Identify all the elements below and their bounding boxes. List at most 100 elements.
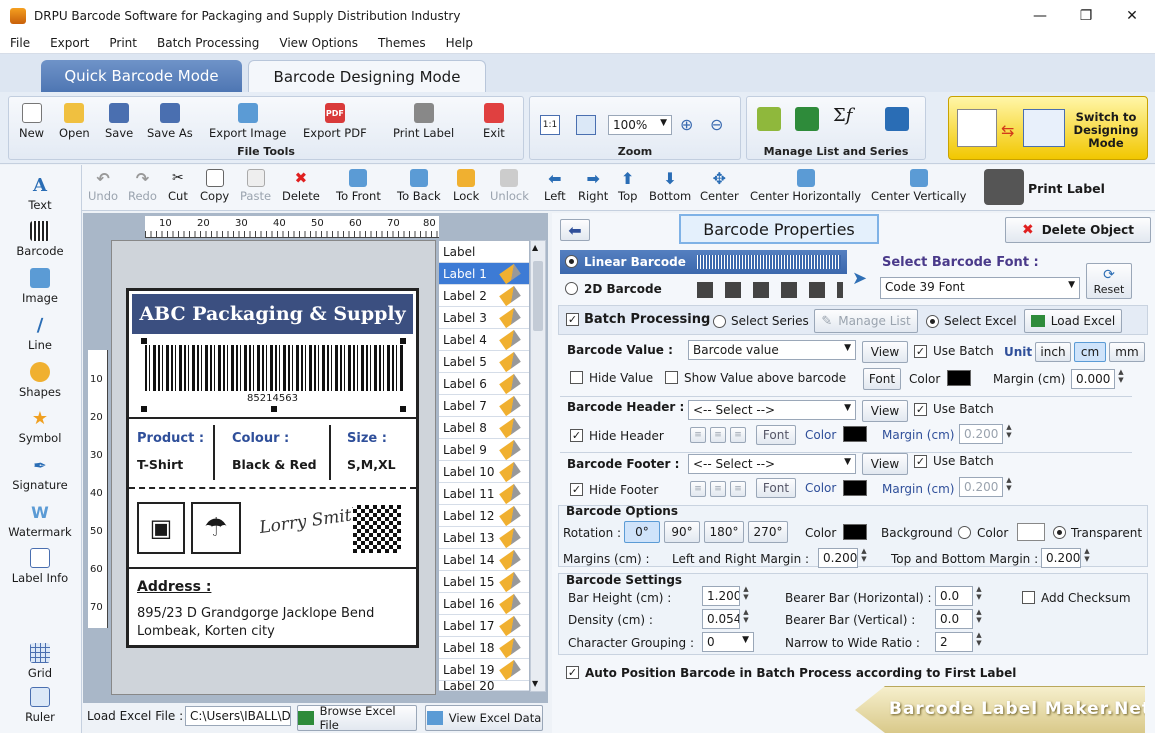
- pencil-icon[interactable]: [499, 637, 521, 658]
- hide-header-checkbox[interactable]: ✓: [570, 429, 583, 442]
- barcode-value-use-batch-checkbox[interactable]: ✓: [914, 345, 927, 358]
- pencil-icon[interactable]: [499, 549, 521, 570]
- watermark-tool[interactable]: W Watermark: [0, 502, 80, 540]
- list-item[interactable]: Label 15: [439, 571, 529, 593]
- rotation-270-button[interactable]: 270°: [748, 521, 788, 543]
- resize-handle[interactable]: [271, 406, 277, 412]
- value-margin-input[interactable]: 0.000: [1071, 369, 1115, 389]
- resize-handle[interactable]: [400, 338, 406, 344]
- resize-handle[interactable]: [400, 406, 406, 412]
- browse-excel-file-button[interactable]: Browse Excel File: [297, 704, 417, 732]
- pencil-icon[interactable]: [499, 373, 521, 394]
- zoom-in-icon[interactable]: ⊕: [680, 115, 693, 134]
- excel-path-input[interactable]: C:\Users\IBALL\D: [185, 706, 291, 726]
- pencil-icon[interactable]: [499, 483, 521, 504]
- header-color-swatch[interactable]: [843, 426, 867, 442]
- grid-tool[interactable]: Grid: [0, 643, 80, 680]
- barcode-image[interactable]: [145, 345, 403, 391]
- background-color-radio[interactable]: [958, 526, 971, 539]
- list-item[interactable]: Label 19: [439, 659, 529, 681]
- list-item[interactable]: Label 1: [439, 263, 529, 285]
- actual-size-icon[interactable]: 1:1: [540, 115, 560, 135]
- header-margin-input[interactable]: 0.200: [959, 424, 1003, 444]
- qr-code-image[interactable]: [353, 505, 401, 553]
- handle-with-care-icon[interactable]: ▣: [137, 502, 185, 554]
- resize-handle[interactable]: [141, 338, 147, 344]
- footer-margin-input[interactable]: 0.200: [959, 477, 1003, 497]
- scroll-down-icon[interactable]: ▼: [532, 679, 538, 688]
- list-item[interactable]: Label 8: [439, 417, 529, 439]
- rotation-180-button[interactable]: 180°: [704, 521, 744, 543]
- bearer-vertical-spinner[interactable]: ▲ ▼: [974, 608, 984, 624]
- pencil-icon[interactable]: [499, 505, 521, 526]
- label-design[interactable]: ABC Packaging & Supply 85214563 Product …: [126, 288, 419, 648]
- menu-export[interactable]: Export: [50, 36, 89, 50]
- open-button[interactable]: Open: [59, 103, 90, 140]
- background-color-swatch[interactable]: [1017, 523, 1045, 541]
- cut-button[interactable]: ✂ Cut: [168, 169, 188, 203]
- character-grouping-select[interactable]: 0 ▼: [702, 632, 754, 652]
- select-excel-radio[interactable]: [926, 315, 939, 328]
- zoom-select[interactable]: 100% ▼: [608, 115, 672, 135]
- barcode-value-view-button[interactable]: View: [862, 341, 908, 363]
- line-tool[interactable]: ∕ Line: [0, 315, 80, 353]
- align-right-icon[interactable]: ≡: [730, 481, 746, 497]
- list-item[interactable]: Label 13: [439, 527, 529, 549]
- to-front-button[interactable]: To Front: [336, 169, 381, 203]
- list-item[interactable]: Label 6: [439, 373, 529, 395]
- select-series-radio[interactable]: [713, 315, 726, 328]
- align-left-icon[interactable]: ≡: [690, 427, 706, 443]
- signature-tool[interactable]: ✒ Signature: [0, 455, 80, 493]
- value-font-button[interactable]: Font: [863, 368, 901, 390]
- list-item[interactable]: Label 3: [439, 307, 529, 329]
- align-bottom-button[interactable]: ⬇ Bottom: [649, 169, 691, 204]
- save-button[interactable]: Save: [105, 103, 133, 140]
- options-color-swatch[interactable]: [843, 524, 867, 540]
- list-item[interactable]: Label 11: [439, 483, 529, 505]
- list-item[interactable]: Label 12: [439, 505, 529, 527]
- export-image-button[interactable]: Export Image: [209, 103, 286, 140]
- narrow-wide-ratio-spinner[interactable]: ▲ ▼: [974, 631, 984, 647]
- bar-height-input[interactable]: 1.200: [702, 586, 740, 606]
- menu-file[interactable]: File: [10, 36, 30, 50]
- list-item[interactable]: Label 20: [439, 681, 529, 691]
- tab-barcode-designing-mode[interactable]: Barcode Designing Mode: [248, 60, 486, 92]
- switch-to-designing-mode-button[interactable]: ⇆ Switch to Designing Mode: [948, 96, 1148, 160]
- printer-icon[interactable]: [984, 169, 1024, 205]
- pencil-icon[interactable]: [499, 461, 521, 482]
- align-top-button[interactable]: ⬆ Top: [618, 169, 637, 204]
- hide-footer-checkbox[interactable]: ✓: [570, 483, 583, 496]
- delete-object-button[interactable]: ✖ Delete Object: [1005, 217, 1151, 243]
- unlock-button[interactable]: Unlock: [490, 169, 529, 203]
- pencil-icon[interactable]: [499, 615, 521, 636]
- pencil-icon[interactable]: [499, 527, 521, 548]
- bearer-horizontal-spinner[interactable]: ▲ ▼: [974, 585, 984, 601]
- excel-list-icon[interactable]: [795, 107, 819, 131]
- close-icon[interactable]: ✕: [1109, 0, 1155, 32]
- menu-view-options[interactable]: View Options: [279, 36, 358, 50]
- header-margin-spinner[interactable]: ▲ ▼: [1004, 423, 1014, 439]
- formula-icon[interactable]: Σ𝑓: [833, 105, 852, 126]
- pencil-icon[interactable]: [499, 307, 521, 328]
- pencil-icon[interactable]: [499, 439, 521, 460]
- list-item[interactable]: Label 5: [439, 351, 529, 373]
- barcode-footer-use-batch-checkbox[interactable]: ✓: [914, 455, 927, 468]
- pencil-icon[interactable]: [499, 659, 521, 680]
- auto-position-checkbox[interactable]: ✓: [566, 666, 579, 679]
- value-color-swatch[interactable]: [947, 370, 971, 386]
- zoom-out-icon[interactable]: ⊖: [710, 115, 723, 134]
- scroll-thumb[interactable]: [533, 261, 543, 331]
- fit-to-window-icon[interactable]: [576, 115, 596, 135]
- resize-handle[interactable]: [141, 406, 147, 412]
- list-item[interactable]: Label 17: [439, 615, 529, 637]
- top-bottom-margin-input[interactable]: 0.200: [1041, 548, 1081, 568]
- batch-processing-checkbox[interactable]: ✓: [566, 313, 579, 326]
- print-label-button[interactable]: Print Label: [1028, 181, 1105, 196]
- pencil-icon[interactable]: [499, 593, 521, 614]
- load-excel-button[interactable]: Load Excel: [1024, 309, 1122, 333]
- export-pdf-button[interactable]: PDF Export PDF: [303, 103, 367, 140]
- umbrella-icon[interactable]: ☂: [191, 502, 241, 554]
- pencil-icon[interactable]: [499, 329, 521, 350]
- company-title[interactable]: ABC Packaging & Supply: [132, 294, 413, 334]
- label-info-tool[interactable]: Label Info: [0, 548, 80, 585]
